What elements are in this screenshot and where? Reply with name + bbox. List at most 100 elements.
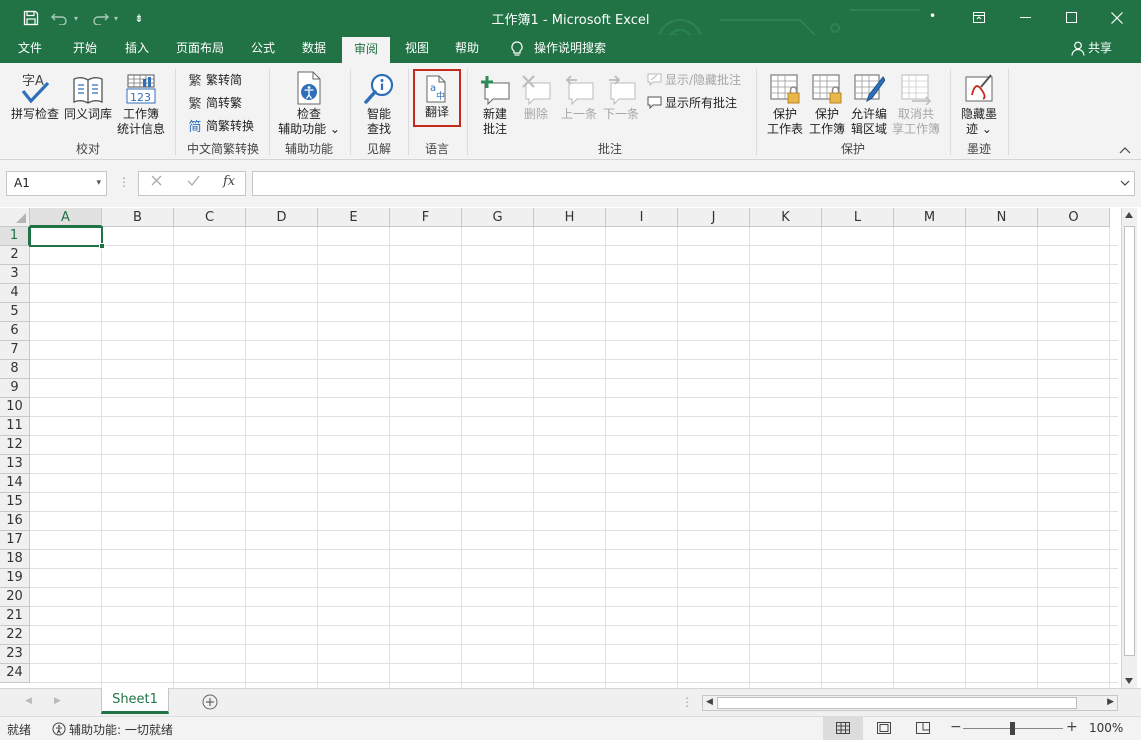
workbook-statistics-button[interactable]: 123 工作簿 统计信息 [114,69,168,137]
vertical-scroll-thumb[interactable] [1124,226,1135,656]
row-header-21[interactable]: 21 [0,607,30,626]
protect-sheet-button[interactable]: 保护 工作表 [763,69,807,137]
horizontal-scrollbar[interactable]: ◀ ▶ [702,695,1118,711]
translate-button[interactable]: a中 翻译 [413,69,461,127]
zoom-level[interactable]: 100% [1089,721,1123,735]
smart-lookup-button[interactable]: 智能 查找 [356,69,402,137]
column-header-k[interactable]: K [750,208,822,227]
tab-insert[interactable]: 插入 [114,35,160,63]
zoom-out-icon[interactable]: − [950,719,962,735]
row-header-2[interactable]: 2 [0,246,30,265]
active-cell-a1[interactable] [29,226,105,249]
column-header-a[interactable]: A [30,208,102,227]
tab-data[interactable]: 数据 [291,35,337,63]
new-sheet-plus-icon[interactable] [202,694,218,713]
allow-edit-ranges-button[interactable]: 允许编 辑区域 [847,69,891,137]
next-comment-button[interactable]: 下一条 [600,69,642,122]
row-header-5[interactable]: 5 [0,303,30,322]
column-header-e[interactable]: E [318,208,390,227]
ribbon-display-options-icon[interactable] [956,0,1002,35]
row-header-9[interactable]: 9 [0,379,30,398]
collapse-ribbon-icon[interactable] [1119,143,1131,157]
row-header-24[interactable]: 24 [0,664,30,683]
undo-icon[interactable] [49,8,71,28]
column-header-h[interactable]: H [534,208,606,227]
accessibility-status[interactable]: 辅助功能: 一切就绪 [69,721,173,738]
row-header-20[interactable]: 20 [0,588,30,607]
column-header-c[interactable]: C [174,208,246,227]
spell-check-button[interactable]: 字A 拼写检查 [8,69,62,122]
delete-comment-button[interactable]: 删除 [516,69,556,122]
name-box[interactable]: A1 ▾ [6,171,107,196]
redo-icon[interactable] [89,8,111,28]
tab-page-layout[interactable]: 页面布局 [168,35,232,63]
fill-handle[interactable] [99,243,105,249]
show-hide-comment-button[interactable]: 显示/隐藏批注 [645,69,741,89]
minimize-icon[interactable] [1002,0,1048,35]
page-layout-view-button[interactable] [866,717,902,740]
thesaurus-button[interactable]: 同义词库 [62,69,114,122]
scroll-down-arrow-icon[interactable] [1122,674,1136,688]
next-sheet-arrow-icon[interactable]: ▶ [54,696,61,706]
column-header-d[interactable]: D [246,208,318,227]
worksheet-grid[interactable]: ABCDEFGHIJKLMNO 1 2 3 4 5 6 7 8 9 10 11 12 13 14 15 16 1… [0,207,1141,688]
check-accessibility-button[interactable]: 检查 辅助功能 ⌄ [276,69,342,137]
row-header-1[interactable]: 1 [0,227,30,246]
hide-ink-button[interactable]: 隐藏墨 迹 ⌄ [956,69,1002,137]
customize-qat-icon[interactable]: ⇟ [128,8,150,28]
show-all-comments-button[interactable]: 显示所有批注 [645,92,737,112]
select-all-corner[interactable] [0,208,30,227]
scroll-left-arrow-icon[interactable]: ◀ [706,697,713,707]
row-header-7[interactable]: 7 [0,341,30,360]
name-box-dropdown-icon[interactable]: ▾ [96,172,101,195]
row-header-6[interactable]: 6 [0,322,30,341]
row-header-13[interactable]: 13 [0,455,30,474]
column-header-f[interactable]: F [390,208,462,227]
simplified-to-traditional-button[interactable]: 繁 简转繁 [186,92,242,112]
prev-sheet-arrow-icon[interactable]: ◀ [25,696,32,706]
column-header-i[interactable]: I [606,208,678,227]
column-header-o[interactable]: O [1038,208,1110,227]
row-header-14[interactable]: 14 [0,474,30,493]
row-header-16[interactable]: 16 [0,512,30,531]
undo-dropdown-icon[interactable]: ▾ [70,8,82,28]
expand-formula-bar-icon[interactable] [1120,176,1130,190]
row-header-18[interactable]: 18 [0,550,30,569]
row-header-22[interactable]: 22 [0,626,30,645]
column-header-m[interactable]: M [894,208,966,227]
row-header-12[interactable]: 12 [0,436,30,455]
row-header-17[interactable]: 17 [0,531,30,550]
column-header-b[interactable]: B [102,208,174,227]
vertical-scrollbar[interactable] [1121,208,1137,688]
tab-view[interactable]: 视图 [394,35,440,63]
tell-me-search[interactable]: 操作说明搜索 [530,35,610,63]
chinese-conversion-button[interactable]: 简 简繁转换 [186,115,254,135]
column-header-n[interactable]: N [966,208,1038,227]
enter-check-icon[interactable] [187,175,200,189]
zoom-slider-thumb[interactable] [1010,722,1015,735]
unshare-workbook-button[interactable]: 取消共 享工作簿 [889,69,943,137]
cancel-icon[interactable] [151,175,162,189]
tab-home[interactable]: 开始 [62,35,108,63]
scroll-right-arrow-icon[interactable]: ▶ [1107,697,1114,707]
row-header-4[interactable]: 4 [0,284,30,303]
column-header-l[interactable]: L [822,208,894,227]
redo-dropdown-icon[interactable]: ▾ [110,8,122,28]
column-header-g[interactable]: G [462,208,534,227]
previous-comment-button[interactable]: 上一条 [558,69,600,122]
save-icon[interactable] [20,8,42,28]
horizontal-scroll-thumb[interactable] [717,697,1077,709]
close-icon[interactable] [1094,0,1140,35]
page-break-view-button[interactable] [905,717,941,740]
insert-function-icon[interactable]: fx [223,174,235,189]
normal-view-button[interactable] [823,717,863,740]
tab-review[interactable]: 审阅 [342,37,390,63]
tab-help[interactable]: 帮助 [444,35,490,63]
new-comment-button[interactable]: 新建 批注 [472,69,518,137]
scroll-up-arrow-icon[interactable] [1122,208,1136,222]
row-header-15[interactable]: 15 [0,493,30,512]
formula-input[interactable] [252,171,1135,196]
row-header-8[interactable]: 8 [0,360,30,379]
row-header-11[interactable]: 11 [0,417,30,436]
row-header-23[interactable]: 23 [0,645,30,664]
